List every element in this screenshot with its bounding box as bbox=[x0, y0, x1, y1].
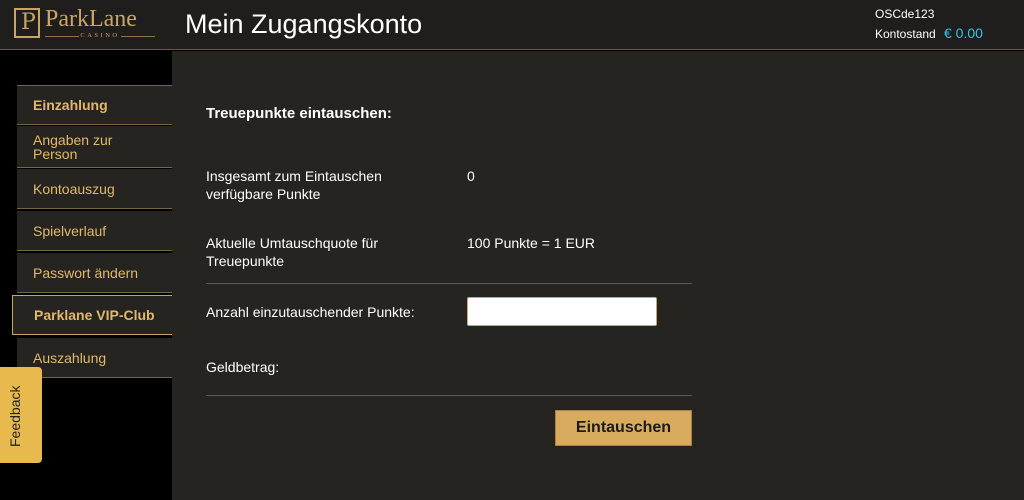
sidebar-item-label: Kontoauszug bbox=[33, 180, 115, 197]
logo-monogram-icon: P bbox=[14, 8, 40, 38]
divider bbox=[206, 395, 692, 396]
available-points-label: Insgesamt zum Eintauschen verfügbare Pun… bbox=[206, 168, 382, 202]
balance-label: Kontostand bbox=[875, 27, 936, 41]
user-id: OSCde123 bbox=[875, 7, 935, 21]
sidebar-item-label: Passwort ändern bbox=[33, 264, 139, 281]
sidebar-item-angaben-zur-person[interactable]: Angaben zur Person bbox=[17, 126, 172, 168]
logo-monogram: P bbox=[21, 10, 36, 35]
sidebar-item-label: Einzahlung bbox=[33, 97, 108, 113]
sidebar-item-spielverlauf[interactable]: Spielverlauf bbox=[17, 211, 172, 251]
feedback-label: Feedback bbox=[7, 385, 23, 447]
points-input[interactable] bbox=[467, 297, 657, 326]
section-title: Treuepunkte eintauschen: bbox=[206, 105, 392, 122]
sidebar-item-label: Spielverlauf bbox=[33, 222, 107, 239]
available-points-value: 0 bbox=[467, 168, 475, 184]
parklane-logo[interactable]: P ParkLane CASINO bbox=[14, 6, 159, 42]
sidebar-item-label: Auszahlung bbox=[33, 349, 107, 366]
feedback-button[interactable]: Feedback bbox=[0, 367, 42, 463]
main-panel: Treuepunkte eintauschen: Insgesamt zum E… bbox=[172, 51, 1024, 500]
balance-value: € 0.00 bbox=[944, 25, 983, 41]
sidebar-item-passwort-aendern[interactable]: Passwort ändern bbox=[17, 253, 172, 293]
exchange-rate-label: Aktuelle Umtauschquote für Treuepunkte bbox=[206, 235, 378, 269]
divider bbox=[206, 283, 692, 284]
sidebar-item-label: Parklane VIP-Club bbox=[34, 307, 155, 323]
money-amount-label: Geldbetrag: bbox=[206, 359, 280, 375]
page-title: Mein Zugangskonto bbox=[185, 9, 423, 39]
sidebar-item-einzahlung[interactable]: Einzahlung bbox=[17, 85, 172, 125]
points-to-exchange-label: Anzahl einzutauschender Punkte: bbox=[206, 304, 415, 320]
sidebar-item-label: Angaben zur Person bbox=[33, 131, 113, 162]
exchange-rate-value: 100 Punkte = 1 EUR bbox=[467, 235, 596, 251]
sidebar-item-kontoauszug[interactable]: Kontoauszug bbox=[17, 169, 172, 209]
logo-subtitle: CASINO bbox=[45, 32, 155, 40]
logo-name: ParkLane bbox=[45, 6, 137, 32]
header: P ParkLane CASINO Mein Zugangskonto OSCd… bbox=[0, 0, 1024, 50]
exchange-button[interactable]: Eintauschen bbox=[555, 410, 692, 446]
sidebar-item-vip-club[interactable]: Parklane VIP-Club bbox=[12, 295, 174, 335]
